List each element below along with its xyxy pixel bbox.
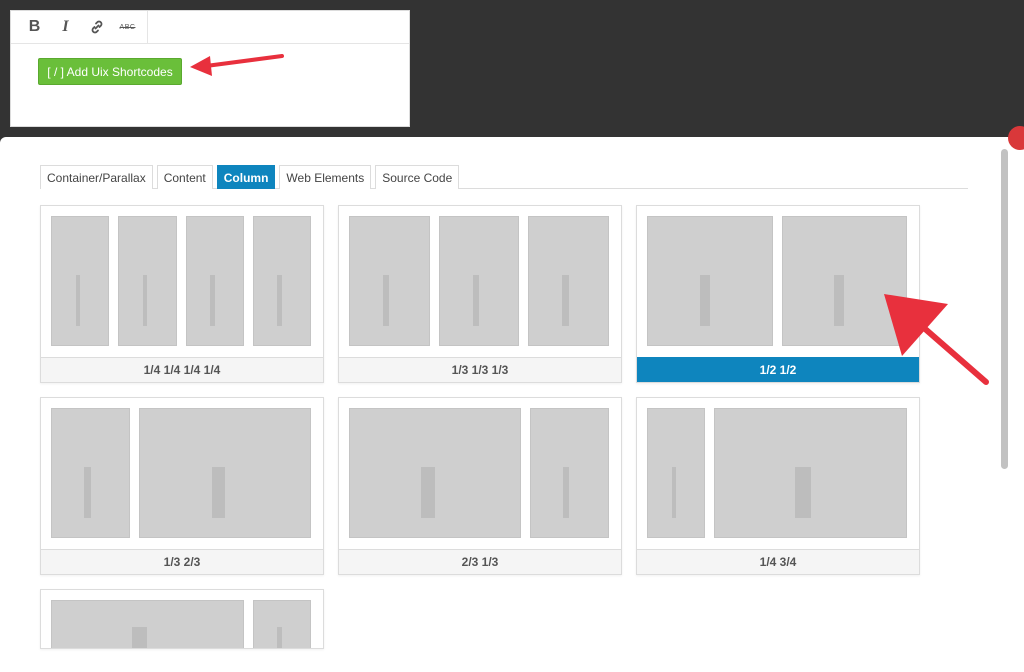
tab-container-parallax[interactable]: Container/Parallax bbox=[40, 165, 153, 189]
layout-card-quarter-three-quarters[interactable]: 1/4 3/4 bbox=[636, 397, 920, 575]
add-shortcodes-button[interactable]: [ / ] Add Uix Shortcodes bbox=[38, 58, 182, 85]
layout-preview bbox=[647, 408, 907, 538]
column-preview bbox=[118, 216, 177, 346]
layout-label: 1/4 3/4 bbox=[637, 549, 919, 574]
layout-preview bbox=[349, 408, 609, 538]
column-preview bbox=[349, 216, 430, 346]
layout-preview bbox=[647, 216, 907, 346]
layout-card-third-3[interactable]: 1/3 1/3 1/3 bbox=[338, 205, 622, 383]
toolbar-separator bbox=[147, 10, 148, 44]
italic-button[interactable]: I bbox=[50, 13, 81, 41]
annotation-arrow-icon bbox=[884, 294, 989, 385]
layout-label: 1/4 1/4 1/4 1/4 bbox=[41, 357, 323, 382]
column-preview bbox=[139, 408, 311, 538]
tab-content[interactable]: Content bbox=[156, 165, 213, 189]
layout-label: 1/3 1/3 1/3 bbox=[339, 357, 621, 382]
column-preview bbox=[185, 216, 244, 346]
shortcode-modal: Container/Parallax Content Column Web El… bbox=[0, 137, 1024, 672]
column-preview bbox=[349, 408, 521, 538]
annotation-arrow-icon bbox=[190, 54, 284, 76]
layout-preview bbox=[51, 216, 311, 346]
column-preview bbox=[528, 216, 610, 346]
column-preview bbox=[51, 408, 131, 538]
column-preview bbox=[529, 408, 609, 538]
layout-card-two-thirds-third[interactable]: 2/3 1/3 bbox=[338, 397, 622, 575]
layout-label: 2/3 1/3 bbox=[339, 549, 621, 574]
strikethrough-button[interactable]: ABC bbox=[112, 13, 143, 41]
column-preview bbox=[647, 408, 706, 538]
editor-toolbar: B I ABC bbox=[11, 10, 409, 44]
link-icon bbox=[91, 20, 102, 34]
column-preview bbox=[51, 600, 244, 648]
column-preview bbox=[252, 600, 311, 648]
layout-card-third-two-thirds[interactable]: 1/3 2/3 bbox=[40, 397, 324, 575]
layout-preview bbox=[51, 408, 311, 538]
column-preview bbox=[714, 408, 907, 538]
layout-card-quarter-4[interactable]: 1/4 1/4 1/4 1/4 bbox=[40, 205, 324, 383]
link-button[interactable] bbox=[81, 13, 112, 41]
column-preview bbox=[438, 216, 520, 346]
bold-button[interactable]: B bbox=[19, 13, 50, 41]
layout-label: 1/2 1/2 bbox=[637, 357, 919, 382]
column-preview bbox=[647, 216, 773, 346]
layout-preview bbox=[349, 216, 610, 346]
column-preview bbox=[51, 216, 110, 346]
column-preview bbox=[252, 216, 311, 346]
tab-web-elements[interactable]: Web Elements bbox=[279, 165, 372, 189]
layout-preview bbox=[51, 600, 311, 648]
tab-source-code[interactable]: Source Code bbox=[375, 165, 460, 189]
modal-tabs: Container/Parallax Content Column Web El… bbox=[40, 165, 968, 189]
tab-column[interactable]: Column bbox=[216, 165, 276, 189]
modal-scrollbar[interactable] bbox=[1001, 149, 1008, 469]
layout-label: 1/3 2/3 bbox=[41, 549, 323, 574]
layout-card-partial[interactable] bbox=[40, 589, 324, 649]
